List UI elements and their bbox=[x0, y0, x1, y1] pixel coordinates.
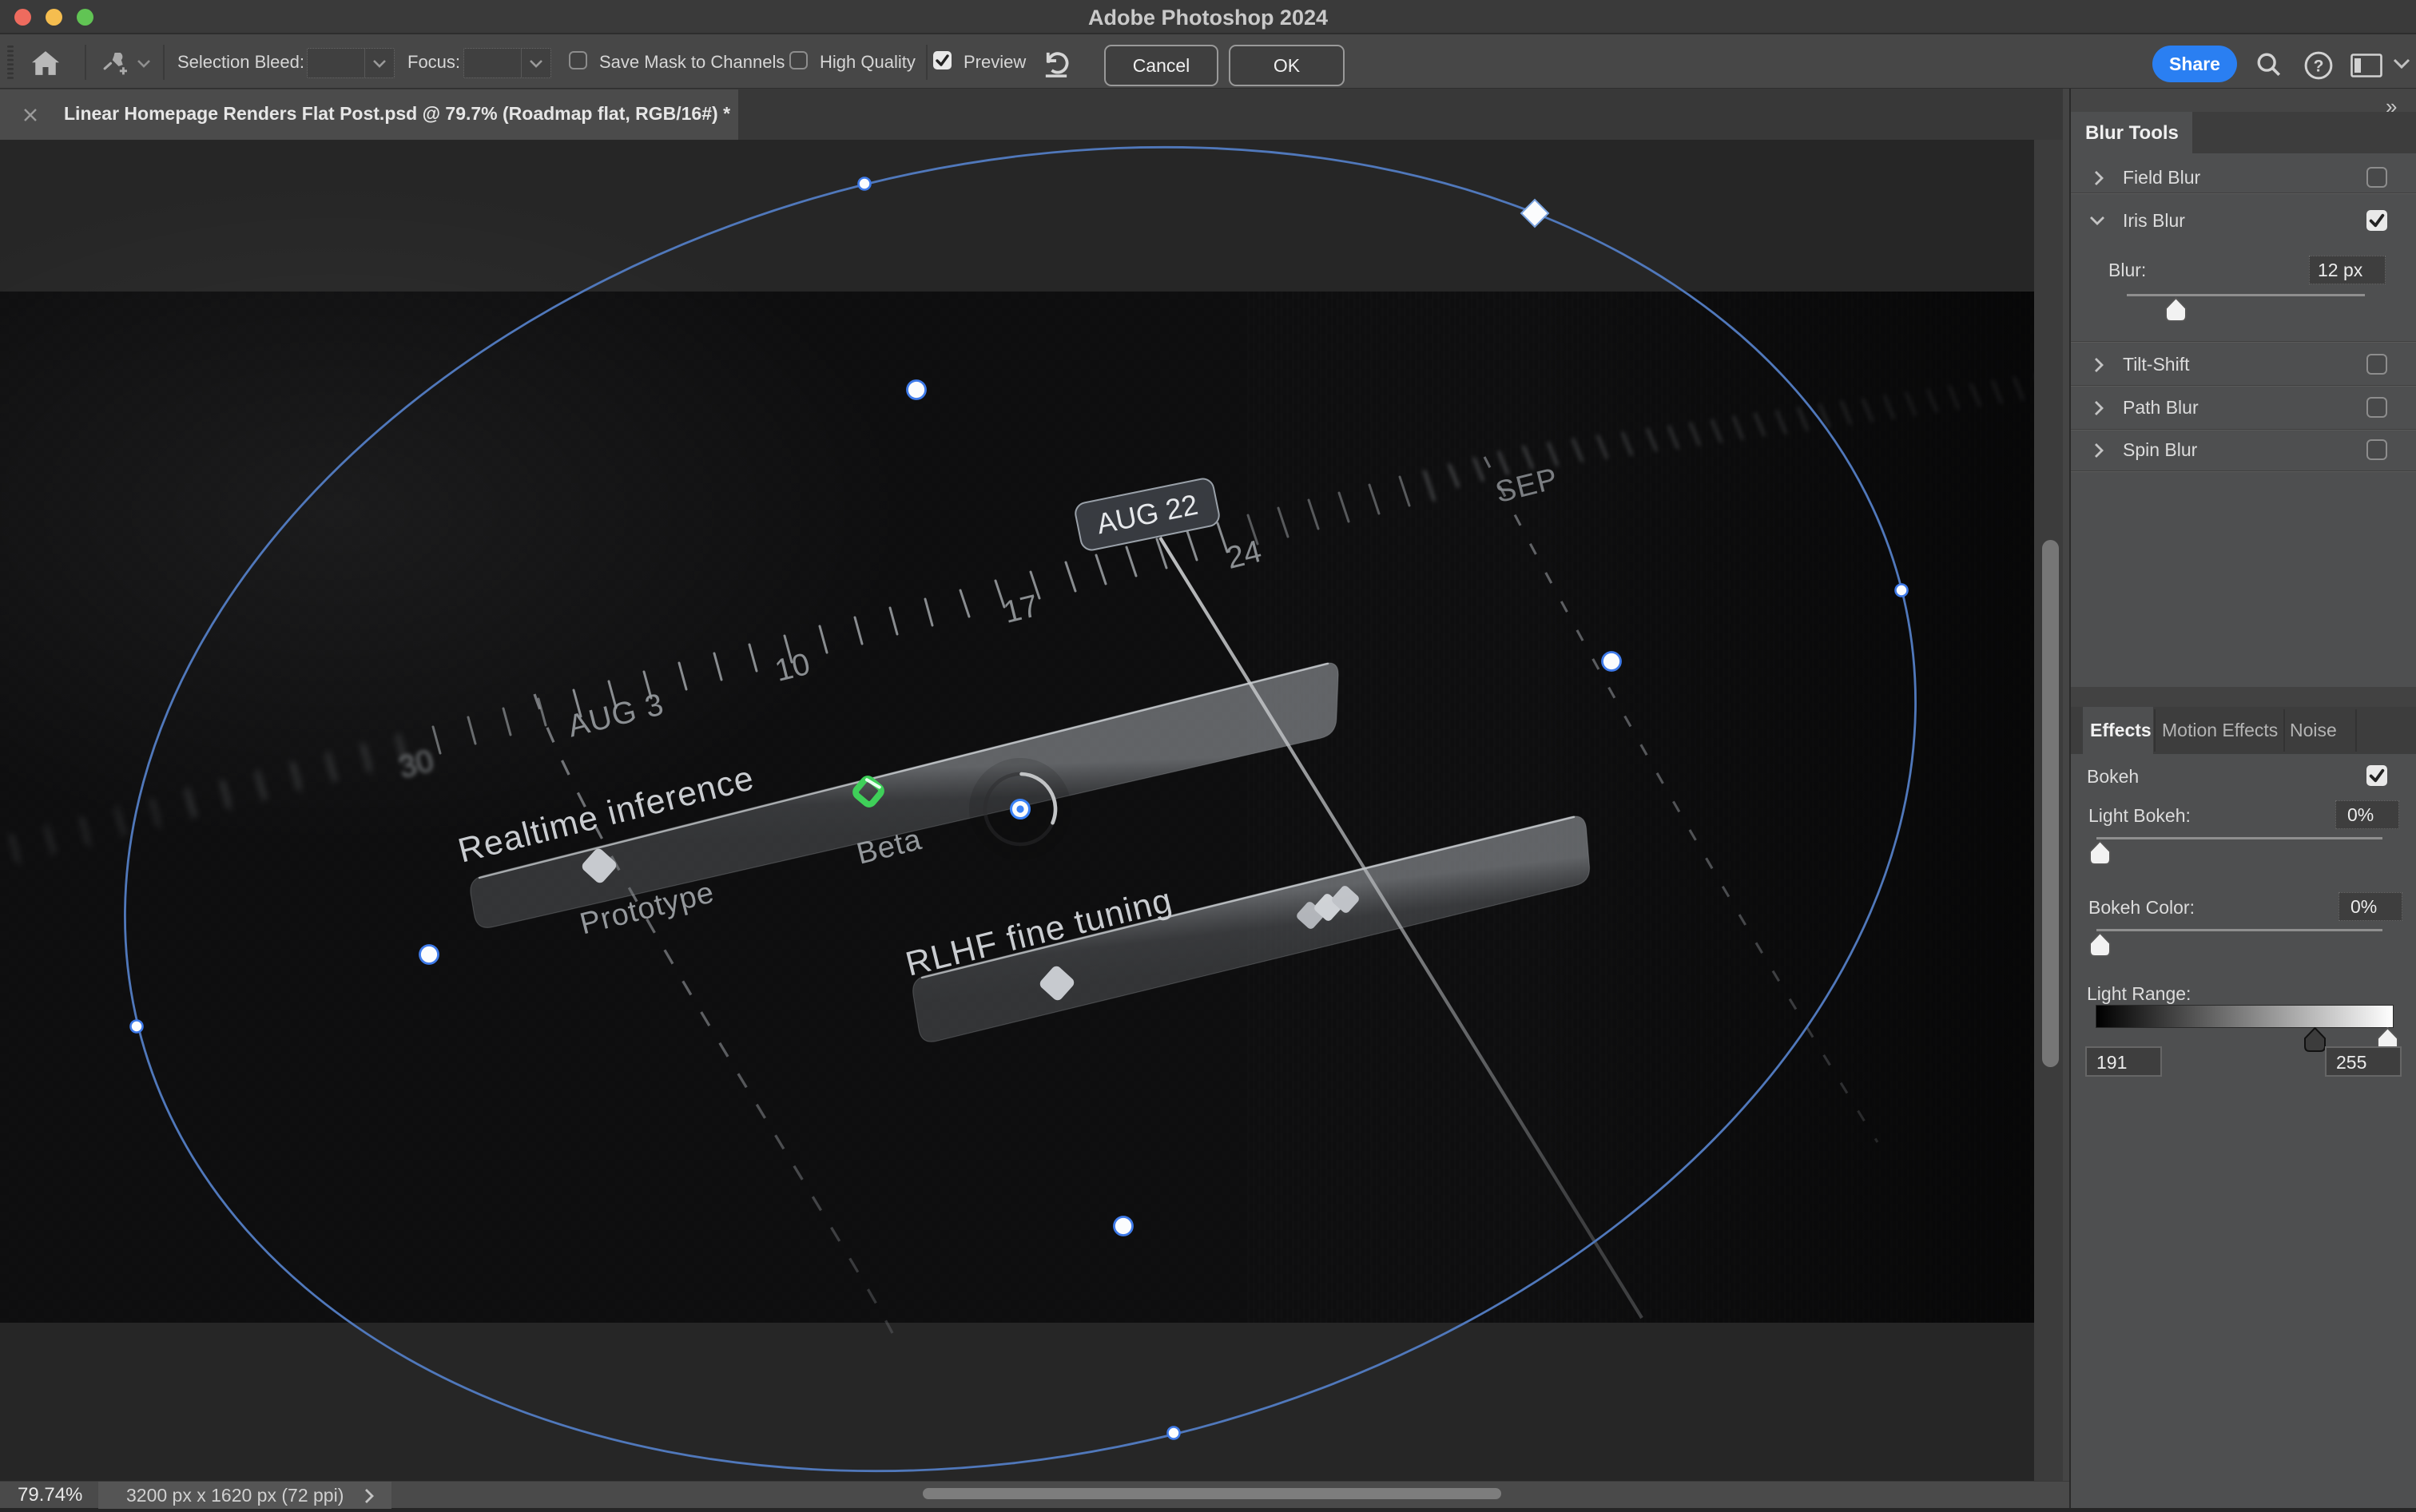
svg-text:?: ? bbox=[2314, 58, 2324, 76]
